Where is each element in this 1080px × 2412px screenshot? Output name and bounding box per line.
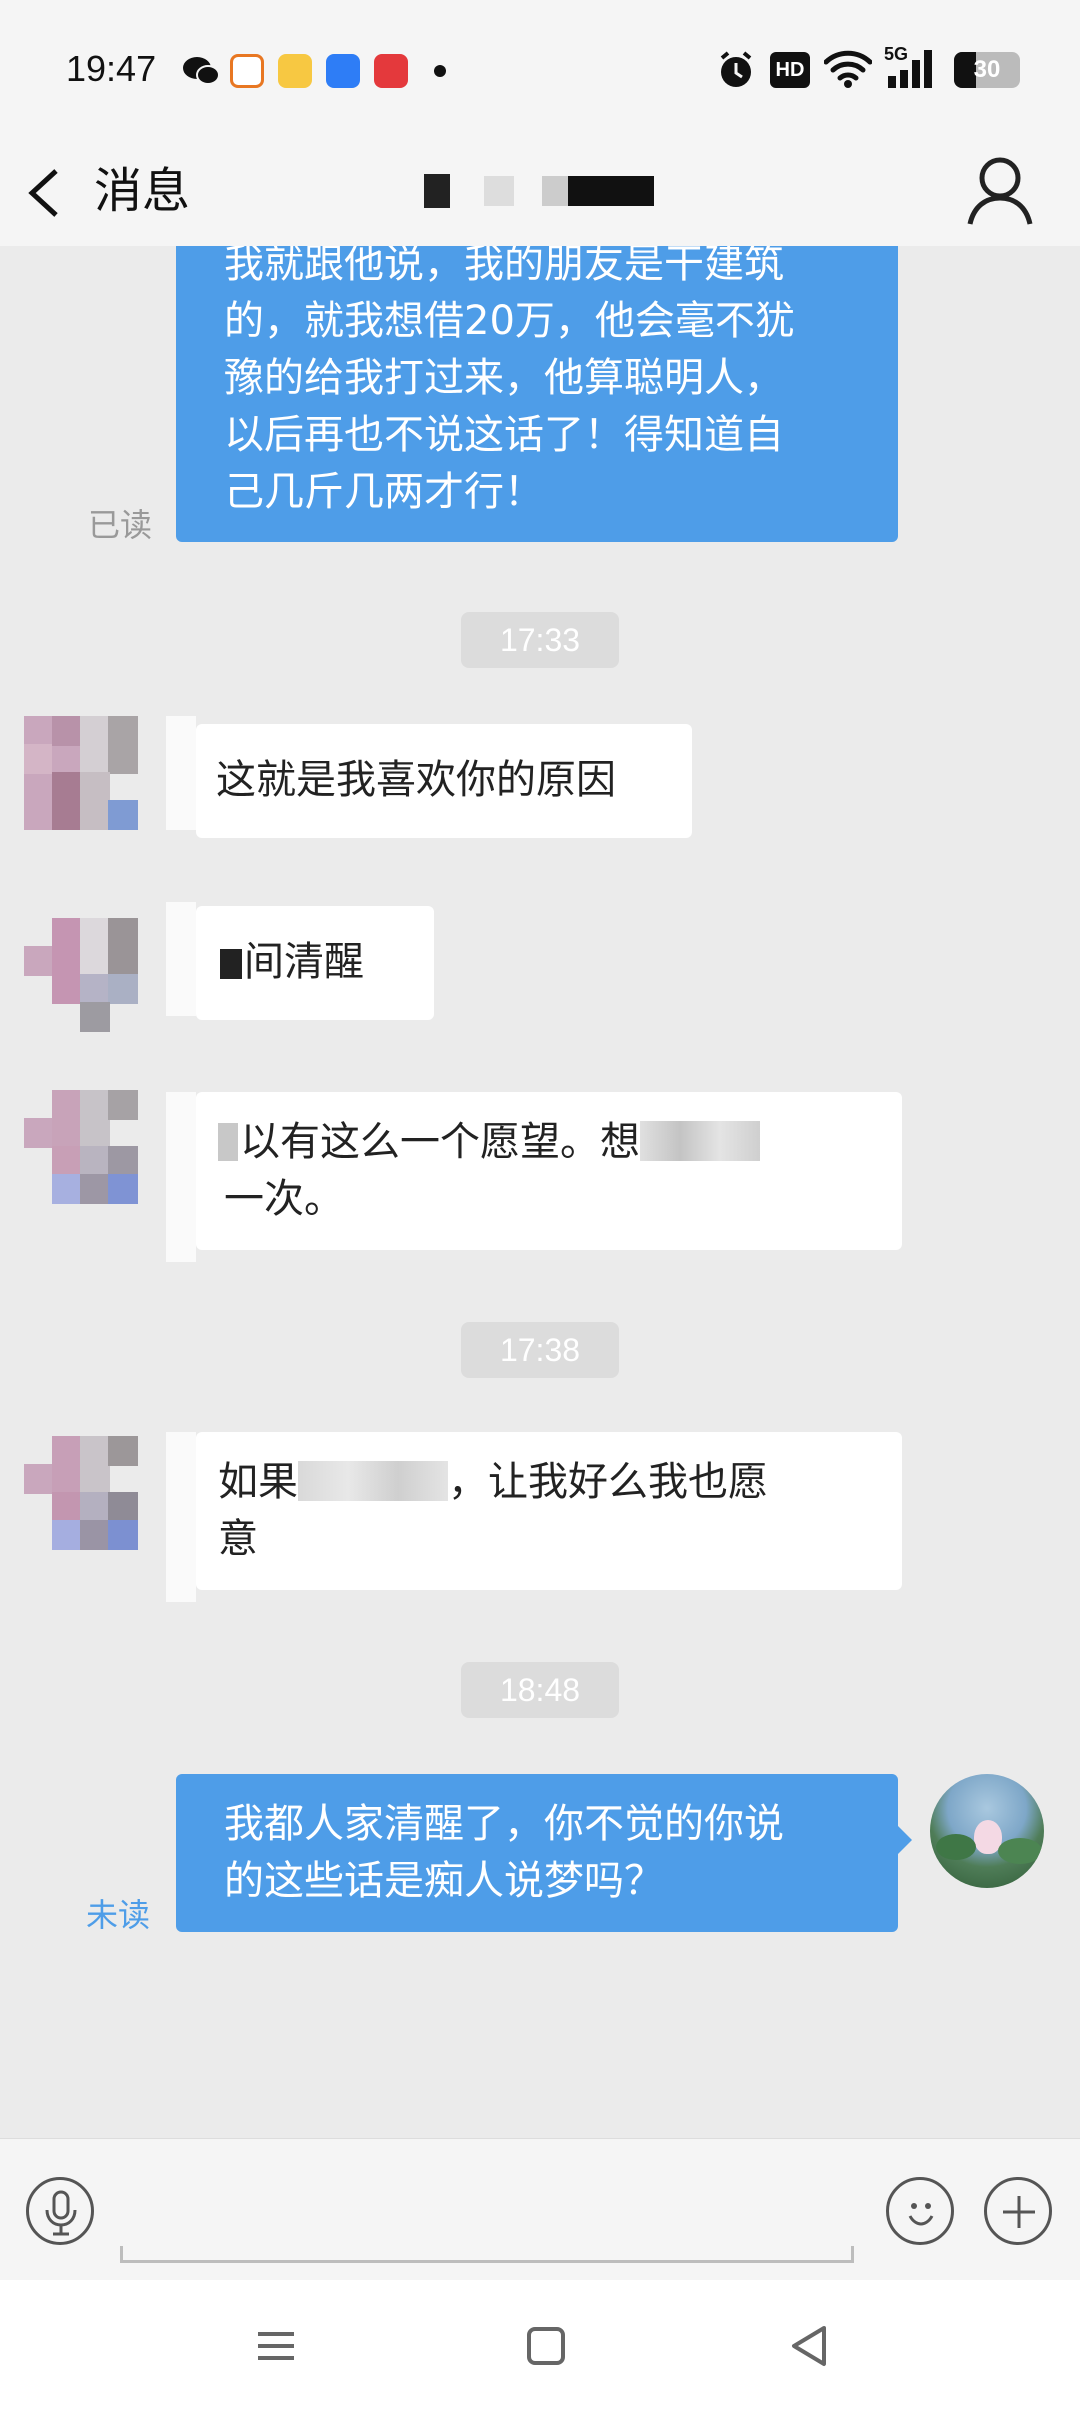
outgoing-message-bubble[interactable]: 我都人家清醒了，你不觉的你说 的这些话是痴人说梦吗？ bbox=[176, 1774, 898, 1932]
chat-message-list[interactable]: 我就跟他说，我的朋友是干建筑 的，就我想借20万，他会毫不犹 豫的给我打过来，他… bbox=[0, 246, 1080, 2138]
profile-icon bbox=[967, 157, 1033, 225]
more-notifications-dot-icon bbox=[434, 65, 446, 77]
home-button[interactable] bbox=[520, 2320, 572, 2372]
battery-icon: 30 bbox=[954, 52, 1020, 88]
emoji-icon bbox=[908, 2203, 934, 2226]
redacted-contact-name bbox=[420, 170, 660, 220]
redacted-glyph bbox=[220, 949, 242, 979]
back-button[interactable]: 消息 bbox=[22, 156, 242, 226]
incoming-message-bubble[interactable]: 以有这么一个愿望。想 一次。 bbox=[196, 1092, 902, 1250]
contact-avatar-blurred[interactable] bbox=[24, 1090, 138, 1204]
my-avatar[interactable] bbox=[930, 1774, 1044, 1888]
outgoing-message-bubble[interactable]: 我就跟他说，我的朋友是干建筑 的，就我想借20万，他会毫不犹 豫的给我打过来，他… bbox=[176, 246, 898, 542]
nav-bar: 消息 bbox=[0, 140, 1080, 246]
back-label: 消息 bbox=[94, 163, 191, 219]
input-bar bbox=[0, 2138, 1080, 2280]
app-notification-icon bbox=[326, 54, 360, 88]
hd-badge: HD bbox=[770, 52, 810, 88]
bubble-tail bbox=[898, 1826, 912, 1854]
status-time: 19:47 bbox=[66, 48, 157, 89]
wechat-icon bbox=[182, 54, 220, 92]
menu-button[interactable] bbox=[250, 2320, 302, 2372]
message-line: 意 bbox=[218, 1516, 258, 1562]
bubble-tail bbox=[166, 902, 196, 1016]
system-navigation-bar bbox=[0, 2280, 1080, 2412]
unread-receipt: 未读 bbox=[86, 1896, 151, 1934]
message-input[interactable] bbox=[120, 2159, 854, 2263]
message-line: ，让我好么我也愿 bbox=[448, 1459, 768, 1505]
plus-icon bbox=[1003, 2196, 1035, 2228]
contact-avatar-blurred[interactable] bbox=[24, 918, 138, 1032]
bubble-tail bbox=[166, 716, 196, 830]
app-notification-icon bbox=[278, 54, 312, 88]
message-line: 一次。 bbox=[224, 1176, 344, 1222]
redacted-glyph bbox=[218, 1123, 238, 1161]
message-line: 我都人家清醒了，你不觉的你说 bbox=[224, 1801, 784, 1847]
message-line: 我就跟他说，我的朋友是干建筑 bbox=[224, 246, 784, 287]
contact-avatar-blurred[interactable] bbox=[24, 716, 138, 830]
redacted-blur bbox=[640, 1121, 760, 1161]
alarm-icon bbox=[716, 50, 756, 94]
bubble-tail bbox=[166, 1432, 196, 1602]
message-line: 如果 bbox=[218, 1459, 298, 1505]
incoming-message-bubble[interactable]: 这就是我喜欢你的原因 bbox=[196, 724, 692, 838]
back-triangle-icon bbox=[792, 2326, 826, 2366]
back-chevron-icon bbox=[28, 169, 58, 217]
timestamp-divider: 17:38 bbox=[461, 1322, 619, 1378]
message-line: 以后再也不说这话了！得知道自 bbox=[224, 412, 784, 458]
message-line: 豫的给我打过来，他算聪明人， bbox=[224, 355, 784, 401]
incoming-message-bubble[interactable]: 间清醒 bbox=[196, 906, 434, 1020]
app-notification-icon bbox=[374, 54, 408, 88]
more-button[interactable] bbox=[984, 2177, 1052, 2245]
bubble-tail bbox=[166, 1092, 196, 1262]
home-square-icon bbox=[527, 2327, 565, 2365]
voice-button[interactable] bbox=[26, 2177, 94, 2245]
read-receipt: 已读 bbox=[88, 506, 153, 544]
message-line: 这就是我喜欢你的原因 bbox=[216, 757, 616, 803]
battery-level: 30 bbox=[973, 56, 1001, 83]
emoji-button[interactable] bbox=[886, 2177, 954, 2245]
message-line: 的，就我想借20万，他会毫不犹 bbox=[224, 298, 795, 344]
redacted-blur bbox=[298, 1461, 448, 1501]
wifi-icon bbox=[823, 50, 873, 92]
app-notification-icon bbox=[230, 54, 264, 88]
incoming-message-bubble[interactable]: 如果 ，让我好么我也愿 意 bbox=[196, 1432, 902, 1590]
message-line: 间清醒 bbox=[244, 939, 364, 985]
message-line: 以有这么一个愿望。想 bbox=[240, 1119, 640, 1165]
cell-signal-icon bbox=[886, 48, 938, 94]
microphone-icon bbox=[45, 2190, 77, 2236]
back-nav-button[interactable] bbox=[784, 2320, 836, 2372]
timestamp-divider: 18:48 bbox=[461, 1662, 619, 1718]
profile-button[interactable] bbox=[960, 150, 1040, 230]
message-line: 己几斤几两才行！ bbox=[224, 469, 544, 515]
message-line: 的这些话是痴人说梦吗？ bbox=[224, 1858, 664, 1904]
timestamp-divider: 17:33 bbox=[461, 612, 619, 668]
contact-avatar-blurred[interactable] bbox=[24, 1436, 138, 1550]
status-bar: 19:47 HD 5G 30 bbox=[0, 0, 1080, 140]
menu-icon bbox=[258, 2332, 294, 2360]
